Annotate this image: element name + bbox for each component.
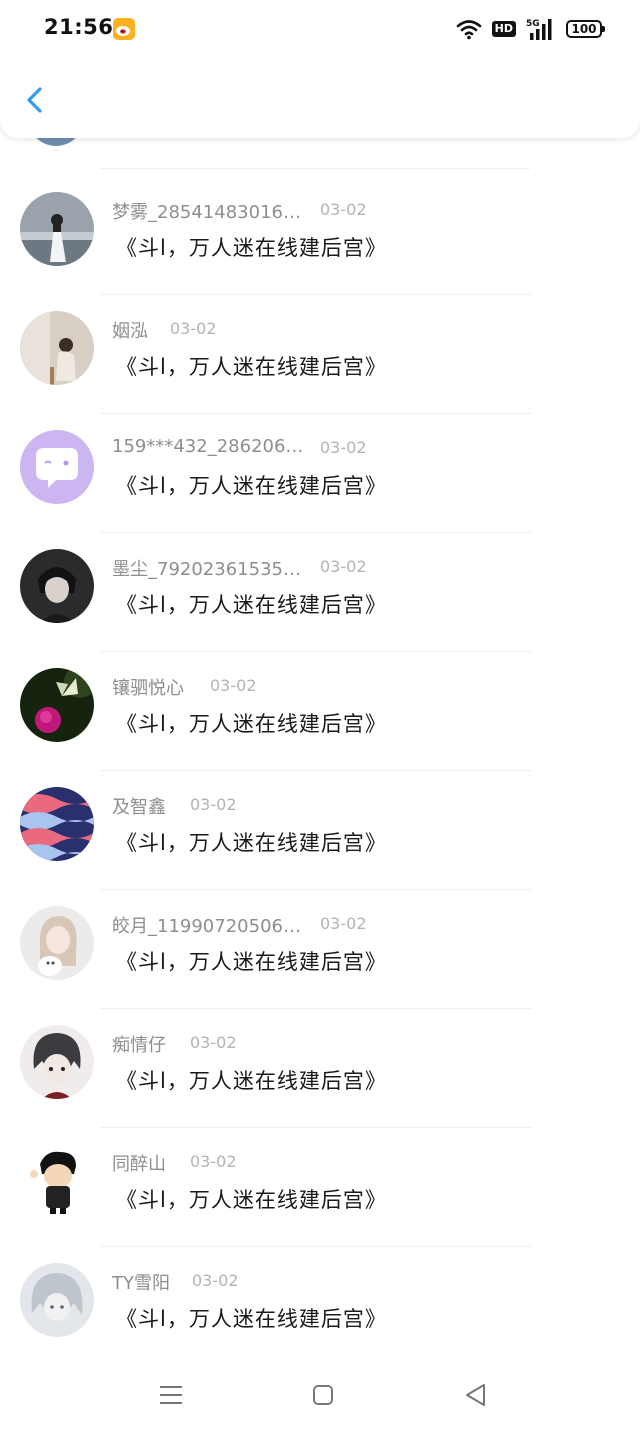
username[interactable]: 159***432_286206…: [112, 436, 303, 457]
comment-date: 03-02: [320, 438, 367, 457]
comment-text: 《斗l，万人迷在线建后宫》: [116, 1307, 387, 1331]
username[interactable]: 同醉山: [112, 1150, 166, 1176]
comment-text: 《斗l，万人迷在线建后宫》: [116, 593, 387, 617]
chevron-left-icon: [27, 87, 42, 113]
username[interactable]: 梦雾_28541483016…: [112, 198, 301, 224]
battery-indicator: 100: [566, 20, 605, 38]
comment-date: 03-02: [192, 1271, 239, 1290]
avatar: [20, 1144, 94, 1218]
comment-row[interactable]: 痴情仔 03-02 《斗l，万人迷在线建后宫》: [0, 1009, 640, 1128]
comment-row[interactable]: 及智鑫 03-02 《斗l，万人迷在线建后宫》: [0, 771, 640, 890]
comment-date: 03-02: [320, 200, 367, 219]
home-button[interactable]: [308, 1380, 338, 1410]
system-back-button[interactable]: [460, 1380, 490, 1410]
comment-text: 《斗l，万人迷在线建后宫》: [116, 1069, 387, 1093]
comment-row[interactable]: 姻泓 03-02 《斗l，万人迷在线建后宫》: [0, 295, 640, 414]
comment-date: 03-02: [190, 795, 237, 814]
comment-row[interactable]: 墨尘_79202361535… 03-02 《斗l，万人迷在线建后宫》: [0, 533, 640, 652]
avatar: [20, 430, 94, 504]
comment-date: 03-02: [170, 319, 217, 338]
menu-button[interactable]: [156, 1380, 186, 1410]
comment-date: 03-02: [190, 1033, 237, 1052]
avatar: [20, 906, 94, 980]
username[interactable]: 皎月_11990720506…: [112, 912, 301, 938]
comment-text: 《斗l，万人迷在线建后宫》: [116, 712, 387, 736]
header-bar: [0, 58, 640, 138]
comment-text: 《斗l，万人迷在线建后宫》: [116, 831, 387, 855]
comment-text: 《斗l，万人迷在线建后宫》: [116, 236, 387, 260]
comment-row[interactable]: 镶驷悦心 03-02 《斗l，万人迷在线建后宫》: [0, 652, 640, 771]
username[interactable]: 及智鑫: [112, 793, 166, 819]
divider: [100, 168, 530, 169]
username[interactable]: 镶驷悦心: [112, 674, 184, 700]
navigation-bar: [0, 1358, 640, 1433]
home-square-icon: [313, 1385, 333, 1405]
avatar: [20, 787, 94, 861]
username[interactable]: TY雪阳: [112, 1269, 170, 1295]
status-icons: HD 5G 100: [456, 16, 605, 42]
comment-row[interactable]: TY雪阳 03-02 《斗l，万人迷在线建后宫》: [0, 1247, 640, 1358]
avatar: [20, 311, 94, 385]
comment-text: 《斗l，万人迷在线建后宫》: [116, 355, 387, 379]
avatar: [28, 138, 84, 146]
weibo-icon: [113, 18, 135, 40]
comment-row[interactable]: 159***432_286206… 03-02 《斗l，万人迷在线建后宫》: [0, 414, 640, 533]
comment-date: 03-02: [210, 676, 257, 695]
back-button[interactable]: [16, 80, 56, 120]
wifi-icon: [456, 20, 481, 40]
username[interactable]: 墨尘_79202361535…: [112, 555, 301, 581]
username[interactable]: 姻泓: [112, 317, 148, 343]
comment-date: 03-02: [320, 914, 367, 933]
network-label: 5G: [526, 19, 540, 29]
avatar: [20, 1025, 94, 1099]
status-bar: 21:56 HD 5G 100: [0, 0, 640, 58]
comment-row[interactable]: 梦雾_28541483016… 03-02 《斗l，万人迷在线建后宫》: [0, 176, 640, 295]
comment-date: 03-02: [190, 1152, 237, 1171]
comment-row[interactable]: 皎月_11990720506… 03-02 《斗l，万人迷在线建后宫》: [0, 890, 640, 1009]
back-triangle-icon: [466, 1384, 485, 1406]
comment-date: 03-02: [320, 557, 367, 576]
avatar: [20, 192, 94, 266]
comment-row[interactable]: 同醉山 03-02 《斗l，万人迷在线建后宫》: [0, 1128, 640, 1247]
hd-badge: HD: [491, 21, 516, 37]
status-time: 21:56: [44, 15, 114, 39]
comment-text: 《斗l，万人迷在线建后宫》: [116, 950, 387, 974]
comment-list[interactable]: 梦雾_28541483016… 03-02 《斗l，万人迷在线建后宫》 姻泓 0…: [0, 138, 640, 1358]
comment-text: 《斗l，万人迷在线建后宫》: [116, 474, 387, 498]
menu-icon: [160, 1386, 182, 1404]
avatar: [20, 668, 94, 742]
avatar: [20, 549, 94, 623]
comment-text: 《斗l，万人迷在线建后宫》: [116, 1188, 387, 1212]
avatar: [20, 1263, 94, 1337]
signal-icon: 5G: [526, 19, 552, 40]
username[interactable]: 痴情仔: [112, 1031, 166, 1057]
